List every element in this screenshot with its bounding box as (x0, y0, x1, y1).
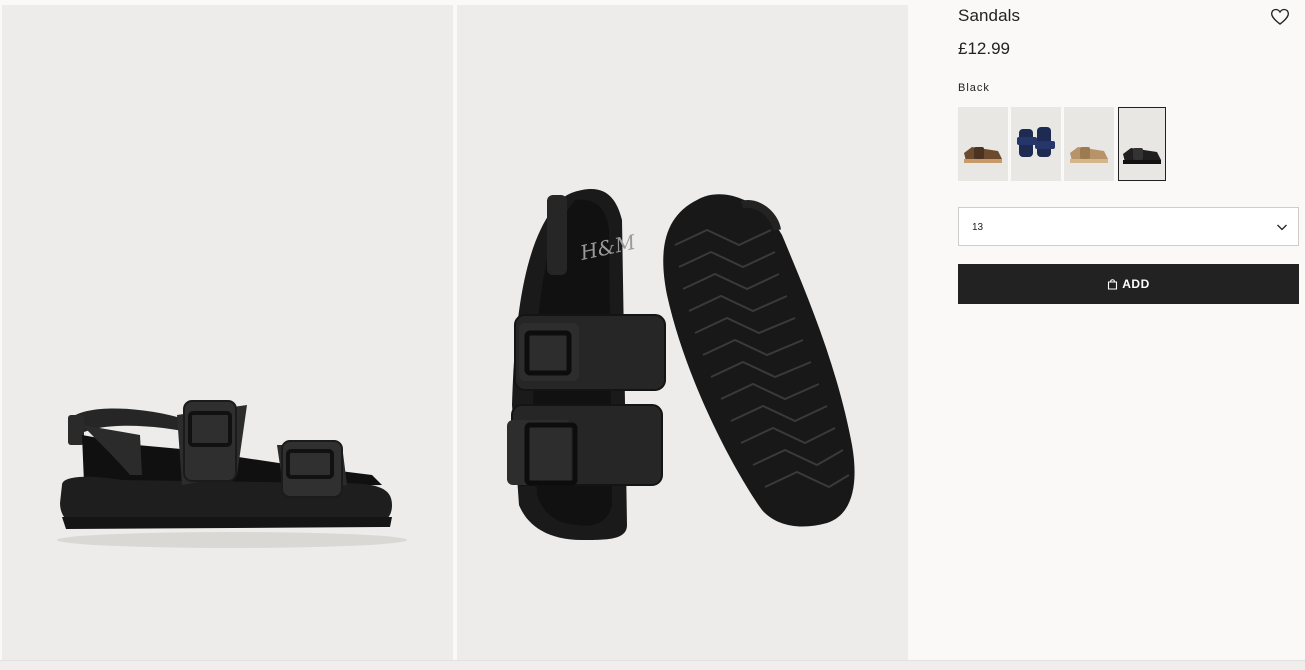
color-swatches (958, 107, 1166, 181)
sandal-side-illustration (57, 400, 407, 548)
add-to-bag-button[interactable]: ADD (958, 264, 1299, 304)
chevron-down-icon (1277, 224, 1287, 231)
swatch-beige[interactable] (1064, 107, 1114, 181)
product-price: £12.99 (958, 39, 1010, 58)
product-title: Sandals (958, 6, 1021, 25)
add-button-label: ADD (1122, 277, 1150, 291)
heart-outline-icon[interactable] (1270, 7, 1292, 29)
sandal-top-illustration: H&M (507, 189, 855, 540)
shopping-bag-icon (1108, 279, 1118, 290)
product-gallery: H&M (0, 0, 910, 669)
size-dropdown[interactable]: 13 (958, 207, 1299, 246)
product-image-side[interactable] (2, 5, 453, 660)
selected-color-name: Black (958, 82, 990, 94)
swatch-brown[interactable] (958, 107, 1008, 181)
swatch-black[interactable] (1118, 107, 1166, 181)
swatch-navy[interactable] (1011, 107, 1061, 181)
product-image-top[interactable]: H&M (457, 5, 908, 660)
size-selected-value: 13 (972, 222, 984, 233)
